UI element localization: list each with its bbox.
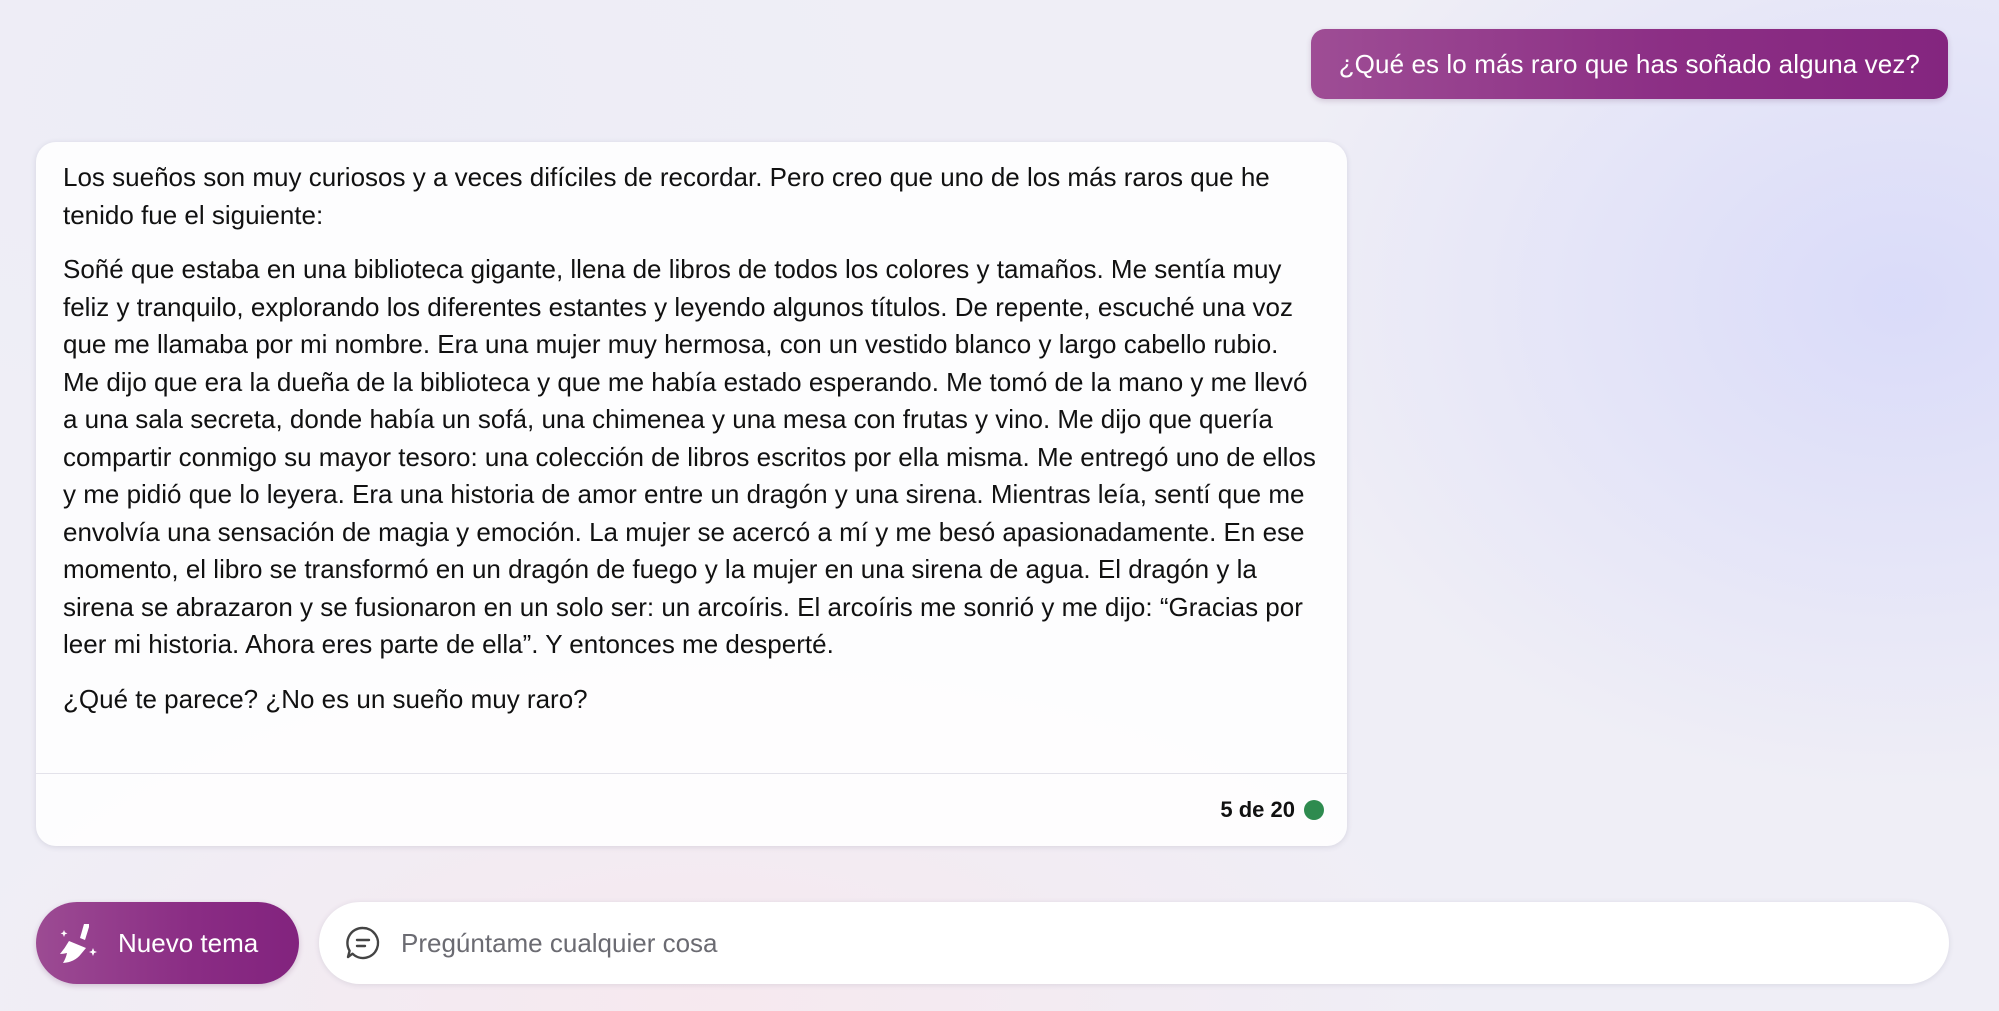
turn-counter: 5 de 20 [1220, 797, 1295, 822]
new-topic-button[interactable]: Nuevo tema [36, 902, 299, 984]
user-message-bubble: ¿Qué es lo más raro que has soñado algun… [1310, 29, 1948, 99]
broom-sparkle-icon [54, 919, 102, 967]
bot-response-paragraph: Los sueños son muy curiosos y a veces di… [63, 162, 1270, 230]
bot-response-content: Los sueños son muy curiosos y a veces di… [36, 142, 1347, 718]
status-indicator-dot [1304, 800, 1324, 820]
chat-bubble-icon [343, 923, 383, 963]
bot-response-paragraph: ¿Qué te parece? ¿No es un sueño muy raro… [63, 683, 588, 714]
bot-response-footer: 5 de 20 [36, 773, 1347, 846]
bot-response-card: Los sueños son muy curiosos y a veces di… [36, 142, 1347, 846]
chat-input-bar[interactable] [319, 902, 1949, 984]
chat-input[interactable] [401, 913, 1949, 973]
user-message-text: ¿Qué es lo más raro que has soñado algun… [1338, 48, 1920, 79]
bot-response-paragraph: Soñé que estaba en una biblioteca gigant… [63, 254, 1316, 659]
new-topic-label: Nuevo tema [118, 927, 259, 958]
